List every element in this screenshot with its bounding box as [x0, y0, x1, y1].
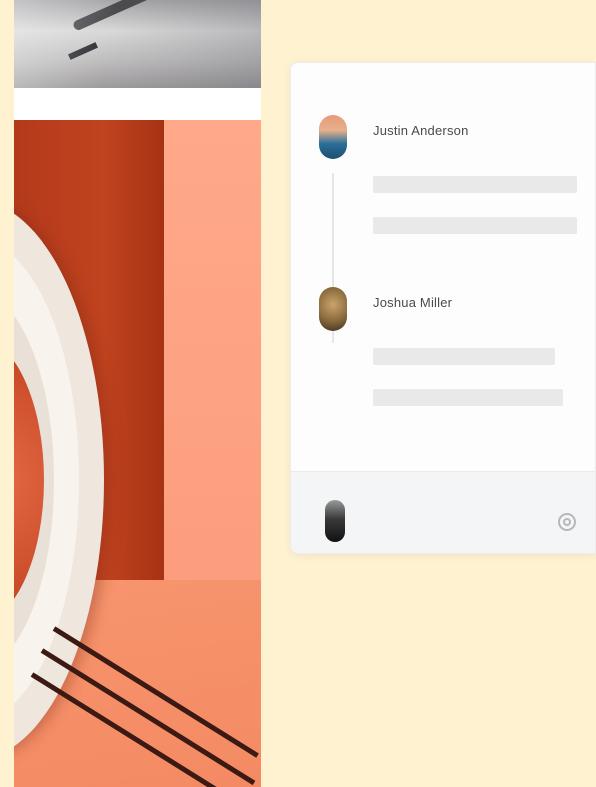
pen-photo	[14, 0, 261, 88]
card-footer	[291, 471, 595, 553]
entry-author-name[interactable]: Justin Anderson	[373, 123, 469, 138]
image-divider	[14, 88, 261, 120]
user-avatar[interactable]	[319, 115, 347, 159]
image-column	[14, 0, 261, 787]
art-photo	[14, 120, 261, 787]
activity-card: Justin Anderson Joshua Miller	[290, 62, 596, 554]
activity-entry[interactable]: Joshua Miller	[319, 287, 589, 417]
text-placeholder	[373, 176, 577, 193]
text-placeholder	[373, 389, 563, 406]
entry-author-name[interactable]: Joshua Miller	[373, 295, 452, 310]
current-user-avatar[interactable]	[325, 500, 345, 542]
text-placeholder	[373, 348, 555, 365]
settings-icon[interactable]	[557, 510, 577, 534]
text-placeholder	[373, 217, 577, 234]
user-avatar[interactable]	[319, 287, 347, 331]
activity-entry[interactable]: Justin Anderson	[319, 115, 589, 245]
